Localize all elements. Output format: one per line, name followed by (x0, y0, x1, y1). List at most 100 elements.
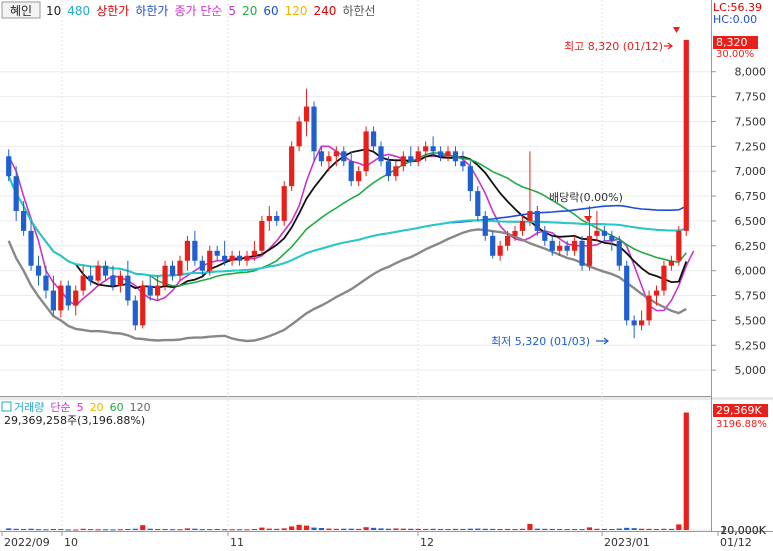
candle-body[interactable] (326, 156, 332, 162)
volume-legend-checkbox[interactable] (1, 401, 12, 412)
volume-bar[interactable] (579, 529, 585, 531)
volume-bar[interactable] (207, 529, 213, 531)
candle-body[interactable] (557, 245, 563, 251)
volume-bar[interactable] (482, 528, 488, 530)
volume-bar[interactable] (437, 528, 444, 530)
volume-bar[interactable] (460, 528, 466, 530)
candle-body[interactable] (668, 260, 674, 266)
volume-bar[interactable] (631, 528, 637, 530)
candle-body[interactable] (266, 215, 272, 221)
volume-bar[interactable] (653, 528, 660, 530)
volume-bar[interactable] (222, 529, 228, 531)
candle-body[interactable] (423, 146, 429, 152)
candle-body[interactable] (207, 250, 213, 271)
candle-body[interactable] (43, 275, 49, 291)
volume-bar[interactable] (58, 529, 64, 531)
volume-bar[interactable] (594, 528, 600, 530)
candle-body[interactable] (370, 131, 377, 147)
candle-body[interactable] (199, 260, 205, 271)
candle-body[interactable] (586, 235, 593, 266)
candle-body[interactable] (155, 285, 161, 296)
volume-bar[interactable] (88, 529, 94, 531)
candle-body[interactable] (490, 235, 496, 256)
volume-bar[interactable] (668, 528, 674, 530)
volume-bar[interactable] (266, 528, 272, 530)
volume-bar[interactable] (73, 529, 79, 531)
volume-bar[interactable] (646, 528, 652, 530)
candle-body[interactable] (549, 240, 555, 251)
volume-bar[interactable] (13, 528, 19, 530)
volume-bar[interactable] (370, 527, 377, 530)
volume-bar[interactable] (281, 528, 287, 530)
candle-body[interactable] (482, 215, 488, 236)
candle-body[interactable] (571, 240, 578, 251)
volume-bar[interactable] (169, 529, 176, 531)
candle-body[interactable] (125, 275, 131, 301)
volume-bar[interactable] (333, 528, 339, 530)
volume-bar[interactable] (445, 529, 451, 530)
candle-body[interactable] (21, 210, 27, 231)
volume-bar[interactable] (155, 529, 161, 531)
volume-bar[interactable] (400, 528, 406, 530)
candle-body[interactable] (497, 245, 503, 256)
candle-body[interactable] (646, 295, 652, 321)
volume-bar[interactable] (125, 528, 131, 530)
volume-bar[interactable] (512, 529, 518, 531)
panel-divider[interactable] (0, 397, 773, 400)
candle-body[interactable] (117, 275, 124, 286)
volume-bar[interactable] (586, 527, 593, 530)
volume-bar[interactable] (6, 528, 12, 530)
volume-bar[interactable] (542, 528, 548, 530)
volume-bar[interactable] (467, 528, 473, 530)
candle-body[interactable] (400, 156, 406, 167)
volume-bar[interactable] (356, 528, 362, 530)
candle-body[interactable] (437, 151, 444, 157)
volume-bar[interactable] (557, 529, 563, 531)
volume-bar[interactable] (244, 529, 250, 531)
candle-body[interactable] (214, 250, 220, 256)
volume-bar[interactable] (475, 528, 481, 530)
volume-bar[interactable] (423, 528, 429, 530)
volume-bar[interactable] (251, 529, 258, 531)
candle-body[interactable] (430, 146, 436, 152)
candle-body[interactable] (80, 275, 86, 291)
volume-bar[interactable] (80, 528, 86, 530)
candle-body[interactable] (363, 131, 369, 172)
volume-bar[interactable] (363, 527, 369, 530)
volume-bar[interactable] (214, 528, 220, 530)
candle-body[interactable] (222, 255, 228, 261)
candle-body[interactable] (28, 230, 34, 266)
candle-body[interactable] (274, 215, 280, 221)
candle-body[interactable] (303, 106, 310, 122)
volume-bar[interactable] (21, 529, 27, 530)
candle-body[interactable] (512, 230, 518, 236)
candle-body[interactable] (88, 275, 94, 281)
candle-body[interactable] (281, 186, 287, 221)
candle-body[interactable] (35, 265, 42, 276)
candle-body[interactable] (616, 240, 622, 266)
candle-body[interactable] (356, 171, 362, 182)
volume-bar[interactable] (683, 412, 689, 530)
candle-body[interactable] (631, 320, 637, 326)
volume-bar[interactable] (289, 526, 295, 530)
candle-body[interactable] (542, 230, 548, 241)
candle-body[interactable] (65, 285, 71, 306)
candle-body[interactable] (58, 285, 64, 311)
volume-bar[interactable] (296, 524, 302, 530)
volume-bar[interactable] (348, 528, 354, 530)
volume-bar[interactable] (199, 529, 205, 531)
volume-bar[interactable] (95, 529, 101, 531)
volume-bar[interactable] (147, 528, 153, 530)
candle-body[interactable] (169, 265, 176, 276)
volume-bar[interactable] (102, 529, 109, 531)
candle-body[interactable] (341, 151, 347, 162)
candle-body[interactable] (348, 161, 354, 182)
volume-bar[interactable] (28, 528, 34, 530)
candle-body[interactable] (259, 220, 265, 251)
candle-body[interactable] (624, 265, 630, 321)
candle-body[interactable] (504, 235, 511, 246)
candle-body[interactable] (102, 265, 109, 276)
candle-body[interactable] (289, 146, 295, 187)
volume-bar[interactable] (661, 528, 667, 530)
candle-body[interactable] (601, 230, 607, 236)
